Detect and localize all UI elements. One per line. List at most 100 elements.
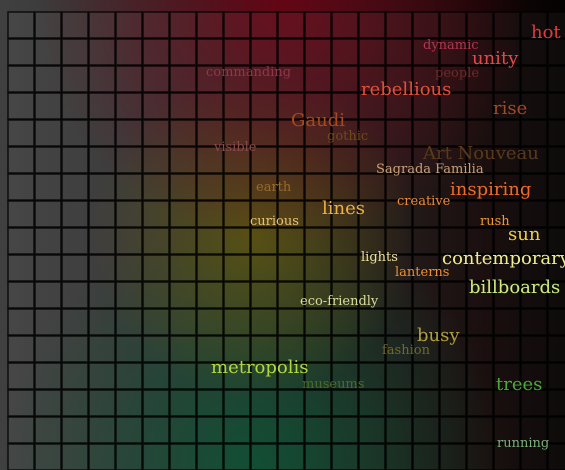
grid-cell: [331, 173, 359, 201]
word-billboards: billboards: [469, 277, 561, 298]
grid-cell: [385, 308, 413, 336]
grid-cell: [304, 389, 332, 417]
grid-cell: [223, 254, 251, 282]
grid-cell: [466, 92, 494, 120]
grid-cell: [7, 389, 35, 417]
grid-cell: [7, 119, 35, 147]
grid-cell: [61, 173, 89, 201]
grid-cell: [331, 254, 359, 282]
word-gaudi: Gaudi: [291, 110, 345, 131]
word-rebellious: rebellious: [361, 79, 452, 100]
grid-cell: [223, 281, 251, 309]
word-gothic: gothic: [327, 129, 369, 144]
grid-cell: [358, 38, 386, 66]
word-dynamic: dynamic: [423, 38, 479, 53]
grid-cell: [7, 254, 35, 282]
grid-cell: [7, 335, 35, 363]
grid-cell: [142, 362, 170, 390]
grid-cell: [385, 443, 413, 470]
grid-cell: [61, 227, 89, 255]
grid-cell: [88, 227, 116, 255]
grid-cell: [331, 389, 359, 417]
grid-cell: [115, 281, 143, 309]
grid-cell: [169, 416, 197, 444]
grid-cell: [7, 200, 35, 228]
grid-cell: [169, 335, 197, 363]
grid-cell: [196, 11, 224, 39]
grid-cell: [61, 11, 89, 39]
grid-cell: [223, 416, 251, 444]
grid-cell: [88, 92, 116, 120]
grid-cell: [169, 443, 197, 470]
grid-cell: [88, 443, 116, 470]
grid-cell: [34, 281, 62, 309]
grid-cell: [115, 362, 143, 390]
grid-cell: [547, 65, 565, 93]
grid-cell: [250, 443, 278, 470]
grid-cell: [34, 200, 62, 228]
grid-cell: [7, 11, 35, 39]
grid-cell: [34, 38, 62, 66]
grid-cell: [358, 389, 386, 417]
grid-cell: [250, 38, 278, 66]
word-creative: creative: [397, 194, 451, 209]
grid-cell: [61, 335, 89, 363]
grid-cell: [466, 443, 494, 470]
word-contemporary: contemporary: [442, 248, 565, 269]
grid-cell: [142, 119, 170, 147]
grid-cell: [7, 362, 35, 390]
grid-cell: [115, 146, 143, 174]
grid-cell: [493, 11, 521, 39]
grid-cell: [331, 38, 359, 66]
word-eco-friendly: eco-friendly: [300, 294, 379, 309]
grid-cell: [520, 308, 548, 336]
grid-cell: [331, 11, 359, 39]
grid-cell: [88, 38, 116, 66]
grid-cell: [439, 362, 467, 390]
grid-cell: [385, 389, 413, 417]
grid-cell: [142, 38, 170, 66]
grid-cell: [34, 146, 62, 174]
grid-cell: [331, 335, 359, 363]
grid-cell: [412, 389, 440, 417]
grid-cell: [277, 308, 305, 336]
grid-cell: [115, 200, 143, 228]
grid-cell: [7, 443, 35, 470]
grid-cell: [412, 281, 440, 309]
grid-cell: [88, 119, 116, 147]
grid-cell: [88, 65, 116, 93]
grid-cell: [61, 200, 89, 228]
grid-cell: [61, 65, 89, 93]
grid-cell: [385, 119, 413, 147]
grid-cell: [115, 254, 143, 282]
grid-cell: [7, 38, 35, 66]
grid-cell: [7, 308, 35, 336]
grid-cell: [88, 416, 116, 444]
word-rise: rise: [493, 98, 528, 119]
grid-cell: [304, 11, 332, 39]
grid-cell: [547, 443, 565, 470]
grid-cell: [196, 389, 224, 417]
grid-cell: [520, 335, 548, 363]
word-earth: earth: [256, 180, 292, 195]
grid-cell: [250, 227, 278, 255]
grid-cell: [61, 389, 89, 417]
grid-cell: [331, 308, 359, 336]
grid-cell: [250, 389, 278, 417]
grid-cell: [142, 308, 170, 336]
grid-cell: [142, 335, 170, 363]
grid-cell: [250, 416, 278, 444]
grid-cell: [277, 416, 305, 444]
grid-cell: [115, 335, 143, 363]
grid-cell: [196, 173, 224, 201]
grid-cell: [61, 416, 89, 444]
grid-cell: [115, 227, 143, 255]
word-lights: lights: [361, 250, 398, 265]
grid-cell: [7, 65, 35, 93]
grid-cell: [34, 416, 62, 444]
grid-cell: [61, 146, 89, 174]
grid-cell: [250, 281, 278, 309]
grid-cell: [169, 389, 197, 417]
grid-cell: [115, 308, 143, 336]
word-metropolis: metropolis: [211, 357, 309, 378]
